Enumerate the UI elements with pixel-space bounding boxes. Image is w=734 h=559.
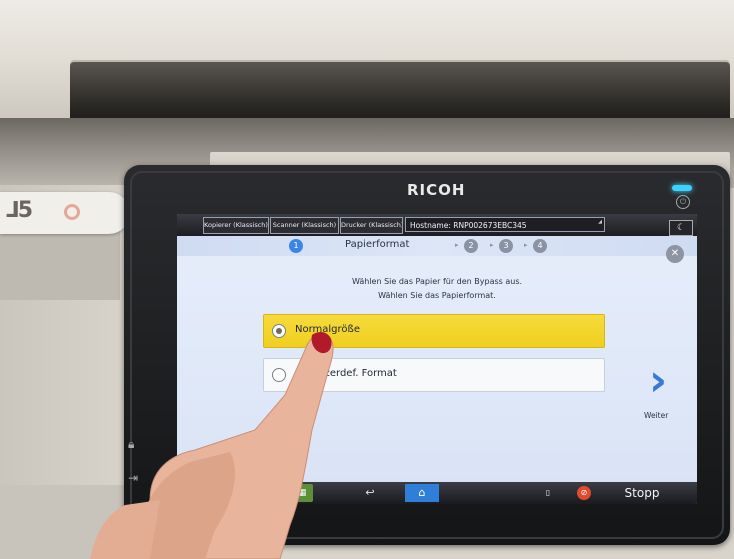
step-arrow-icon: ▸ <box>455 241 459 249</box>
chevron-right-icon: › <box>649 355 668 406</box>
power-icon[interactable]: ⏻ <box>676 195 690 209</box>
next-label: Weiter <box>644 411 669 420</box>
next-button[interactable]: › Weiter <box>637 355 683 421</box>
tab-kopierer[interactable]: Kopierer (Klassisch) <box>203 217 269 234</box>
printer-side-panel <box>0 185 140 559</box>
moon-icon: ☾ <box>676 223 686 233</box>
app-switch-button[interactable]: ▦ <box>291 484 313 502</box>
option-custom-format[interactable]: Benutzerdef. Format <box>263 358 605 392</box>
tab-scanner[interactable]: Scanner (Klassisch) <box>270 217 339 234</box>
option-normal-size[interactable]: Normalgröße <box>263 314 605 348</box>
bottom-bar: ▦ ↩ ⌂ ▯ ⊘ Stopp <box>177 482 697 504</box>
step-title: Papierformat <box>345 239 410 250</box>
hostname-display[interactable]: Hostname: RNP002673EBC345 ◢ <box>405 217 605 232</box>
printer-output-slot <box>70 62 730 122</box>
stop-icon: ⊘ <box>580 488 588 497</box>
hostname-text: Hostname: RNP002673EBC345 <box>410 221 527 230</box>
brand-logo: RICOH <box>407 181 466 199</box>
step-indicator: 2 <box>464 239 478 253</box>
printer-panel <box>0 230 120 300</box>
touch-screen: Kopierer (Klassisch) Scanner (Klassisch)… <box>177 214 697 504</box>
radio-selected-icon <box>272 324 286 338</box>
sticker-hole <box>64 204 80 220</box>
back-arrow-icon: ↩ <box>365 486 375 499</box>
sticker-logo: ᒧ5 <box>6 198 33 223</box>
login-icon[interactable]: ⇥ <box>128 471 138 485</box>
lock-icon[interactable]: 🔒︎ <box>128 437 134 452</box>
back-button[interactable]: ↩ <box>357 484 383 502</box>
option-label: Benutzerdef. Format <box>295 368 397 379</box>
home-button[interactable]: ⌂ <box>405 484 439 502</box>
wizard-steps-bar: 1 Papierformat ▸ 2 ▸ 3 ▸ 4 <box>177 236 697 256</box>
instruction-text: Wählen Sie das Papierformat. <box>378 291 496 300</box>
top-bar: Kopierer (Klassisch) Scanner (Klassisch)… <box>177 214 697 236</box>
memory-icon: ▯ <box>545 488 551 497</box>
sticker-tag: ᒧ5 <box>0 192 130 234</box>
printer-panel <box>0 485 125 559</box>
step-indicator: 4 <box>533 239 547 253</box>
step-arrow-icon: ▸ <box>490 241 494 249</box>
status-led <box>672 185 692 191</box>
option-label: Normalgröße <box>295 324 360 335</box>
instruction-text: Wählen Sie das Papier für den Bypass aus… <box>351 277 523 286</box>
stop-button[interactable]: ⊘ <box>577 486 591 500</box>
close-button[interactable]: ✕ <box>666 245 684 263</box>
energy-saver-button[interactable]: ☾ <box>669 220 693 236</box>
tab-drucker[interactable]: Drucker (Klassisch) <box>340 217 403 234</box>
step-arrow-icon: ▸ <box>524 241 528 249</box>
stop-label[interactable]: Stopp <box>617 484 667 502</box>
step-indicator-current: 1 <box>289 239 303 253</box>
step-indicator: 3 <box>499 239 513 253</box>
apps-icon: ▦ <box>297 488 307 498</box>
memory-indicator: ▯ <box>541 484 555 502</box>
close-icon: ✕ <box>670 248 680 259</box>
radio-unselected-icon <box>272 368 286 382</box>
home-icon: ⌂ <box>418 486 426 499</box>
expand-corner-icon: ◢ <box>598 219 602 225</box>
